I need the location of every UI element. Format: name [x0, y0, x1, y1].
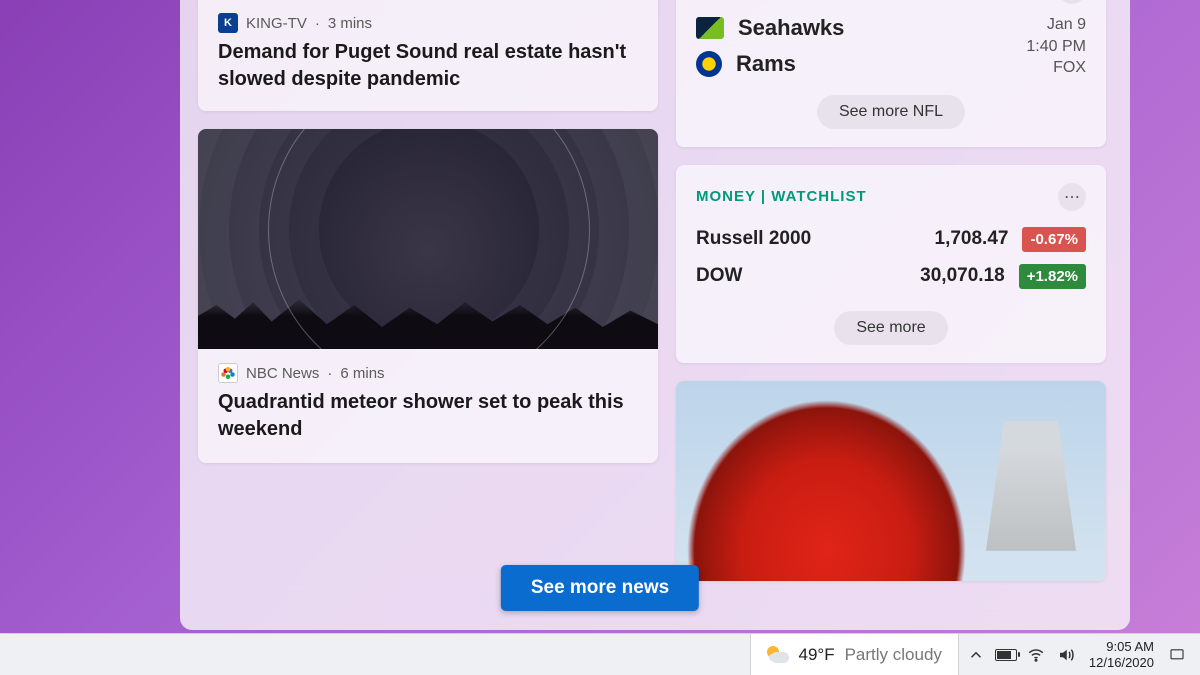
news-card-1[interactable]: as $100,000 K KING-TV · 3 mins Demand fo…: [198, 0, 658, 111]
tray-chevron-icon[interactable]: [963, 644, 989, 666]
team-1: Seahawks: [696, 15, 1026, 41]
news-source-row: NBC News · 6 mins: [218, 363, 638, 383]
stock-row[interactable]: Russell 2000 1,708.47 -0.67%: [696, 221, 1086, 258]
taskbar-clock[interactable]: 9:05 AM 12/16/2020: [1083, 639, 1160, 670]
see-more-money-button[interactable]: See more: [834, 311, 947, 345]
news-card-2[interactable]: NBC News · 6 mins Quadrantid meteor show…: [198, 129, 658, 463]
news-headline: Quadrantid meteor shower set to peak thi…: [218, 389, 638, 443]
money-widget[interactable]: MONEY | WATCHLIST ⋯ Russell 2000 1,708.4…: [676, 165, 1106, 363]
news-source: KING-TV: [246, 15, 307, 32]
news-time: 6 mins: [340, 365, 384, 382]
more-options-button[interactable]: ⋯: [1058, 0, 1086, 4]
sports-widget[interactable]: NFL WILD CARD ⋯ Seahawks Rams Jan 9 1: [676, 0, 1106, 147]
news-source-row: K KING-TV · 3 mins: [218, 13, 638, 33]
taskbar-weather[interactable]: 49°F Partly cloudy: [750, 634, 959, 675]
king-tv-logo-icon: K: [218, 13, 238, 33]
battery-icon[interactable]: [993, 644, 1019, 666]
change-badge: +1.82%: [1019, 264, 1086, 289]
left-column: as $100,000 K KING-TV · 3 mins Demand fo…: [198, 0, 658, 612]
team-2: Rams: [696, 51, 1026, 77]
right-column: NFL WILD CARD ⋯ Seahawks Rams Jan 9 1: [676, 0, 1106, 612]
meteor-photo: [198, 129, 658, 349]
rams-logo-icon: [696, 51, 722, 77]
volume-icon[interactable]: [1053, 644, 1079, 666]
see-more-nfl-button[interactable]: See more NFL: [817, 95, 965, 129]
image-card[interactable]: [676, 381, 1106, 581]
game-row: Seahawks Rams Jan 9 1:40 PM FOX: [696, 14, 1086, 79]
change-badge: -0.67%: [1022, 227, 1086, 252]
widgets-panel: as $100,000 K KING-TV · 3 mins Demand fo…: [180, 0, 1130, 630]
balloon-photo: [676, 381, 1106, 581]
taskbar-condition: Partly cloudy: [845, 645, 942, 665]
nbc-logo-icon: [218, 363, 238, 383]
wifi-icon[interactable]: [1023, 644, 1049, 666]
weather-icon: [767, 644, 789, 666]
news-source: NBC News: [246, 365, 319, 382]
notifications-icon[interactable]: [1164, 644, 1190, 666]
news-time: 3 mins: [328, 15, 372, 32]
news-headline: Demand for Puget Sound real estate hasn'…: [218, 39, 638, 93]
game-schedule: Jan 9 1:40 PM FOX: [1026, 14, 1086, 79]
seahawks-logo-icon: [696, 17, 724, 39]
stock-row[interactable]: DOW 30,070.18 +1.82%: [696, 258, 1086, 295]
taskbar: 49°F Partly cloudy 9:05 AM 12/16/2020: [0, 633, 1200, 675]
money-widget-title: MONEY | WATCHLIST: [696, 188, 867, 205]
taskbar-temp: 49°F: [799, 645, 835, 665]
more-options-button[interactable]: ⋯: [1058, 183, 1086, 211]
see-more-news-button[interactable]: See more news: [501, 565, 699, 611]
